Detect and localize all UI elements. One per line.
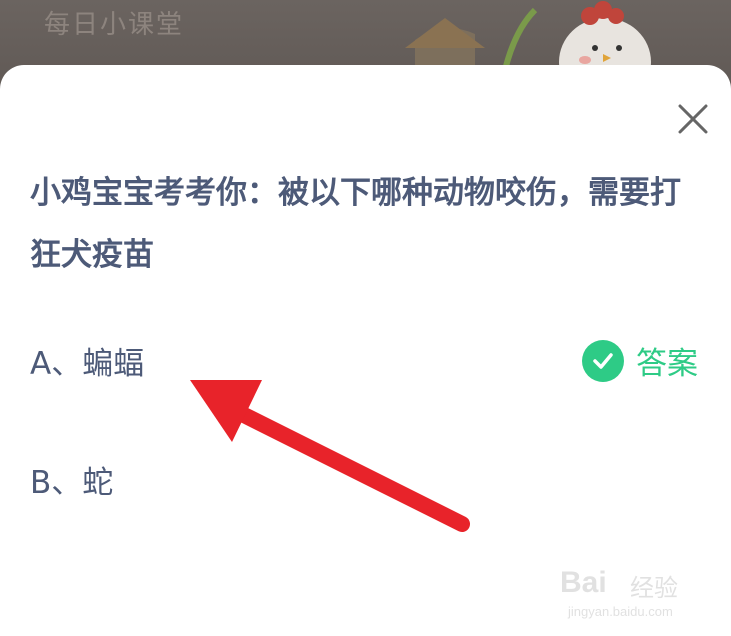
question-text: 小鸡宝宝考考你：被以下哪种动物咬伤，需要打狂犬疫苗 [30,175,681,273]
watermark-url: jingyan.baidu.com [568,604,673,619]
chicken-illustration [405,1,651,70]
option-b[interactable]: B、蛇 [30,457,113,502]
answer-tag: 答案 [582,338,698,383]
watermark-sub: 经验 [630,574,678,602]
answer-label: 答案 [636,346,698,382]
baidu-watermark: Bai 经验 jingyan.baidu.com [560,560,720,630]
option-a[interactable]: A、蝙蝠 [30,338,144,383]
close-icon[interactable] [672,98,714,140]
watermark-brand: Bai [560,566,607,599]
page-title: 每日小课堂 [44,10,185,40]
check-icon [582,339,624,382]
